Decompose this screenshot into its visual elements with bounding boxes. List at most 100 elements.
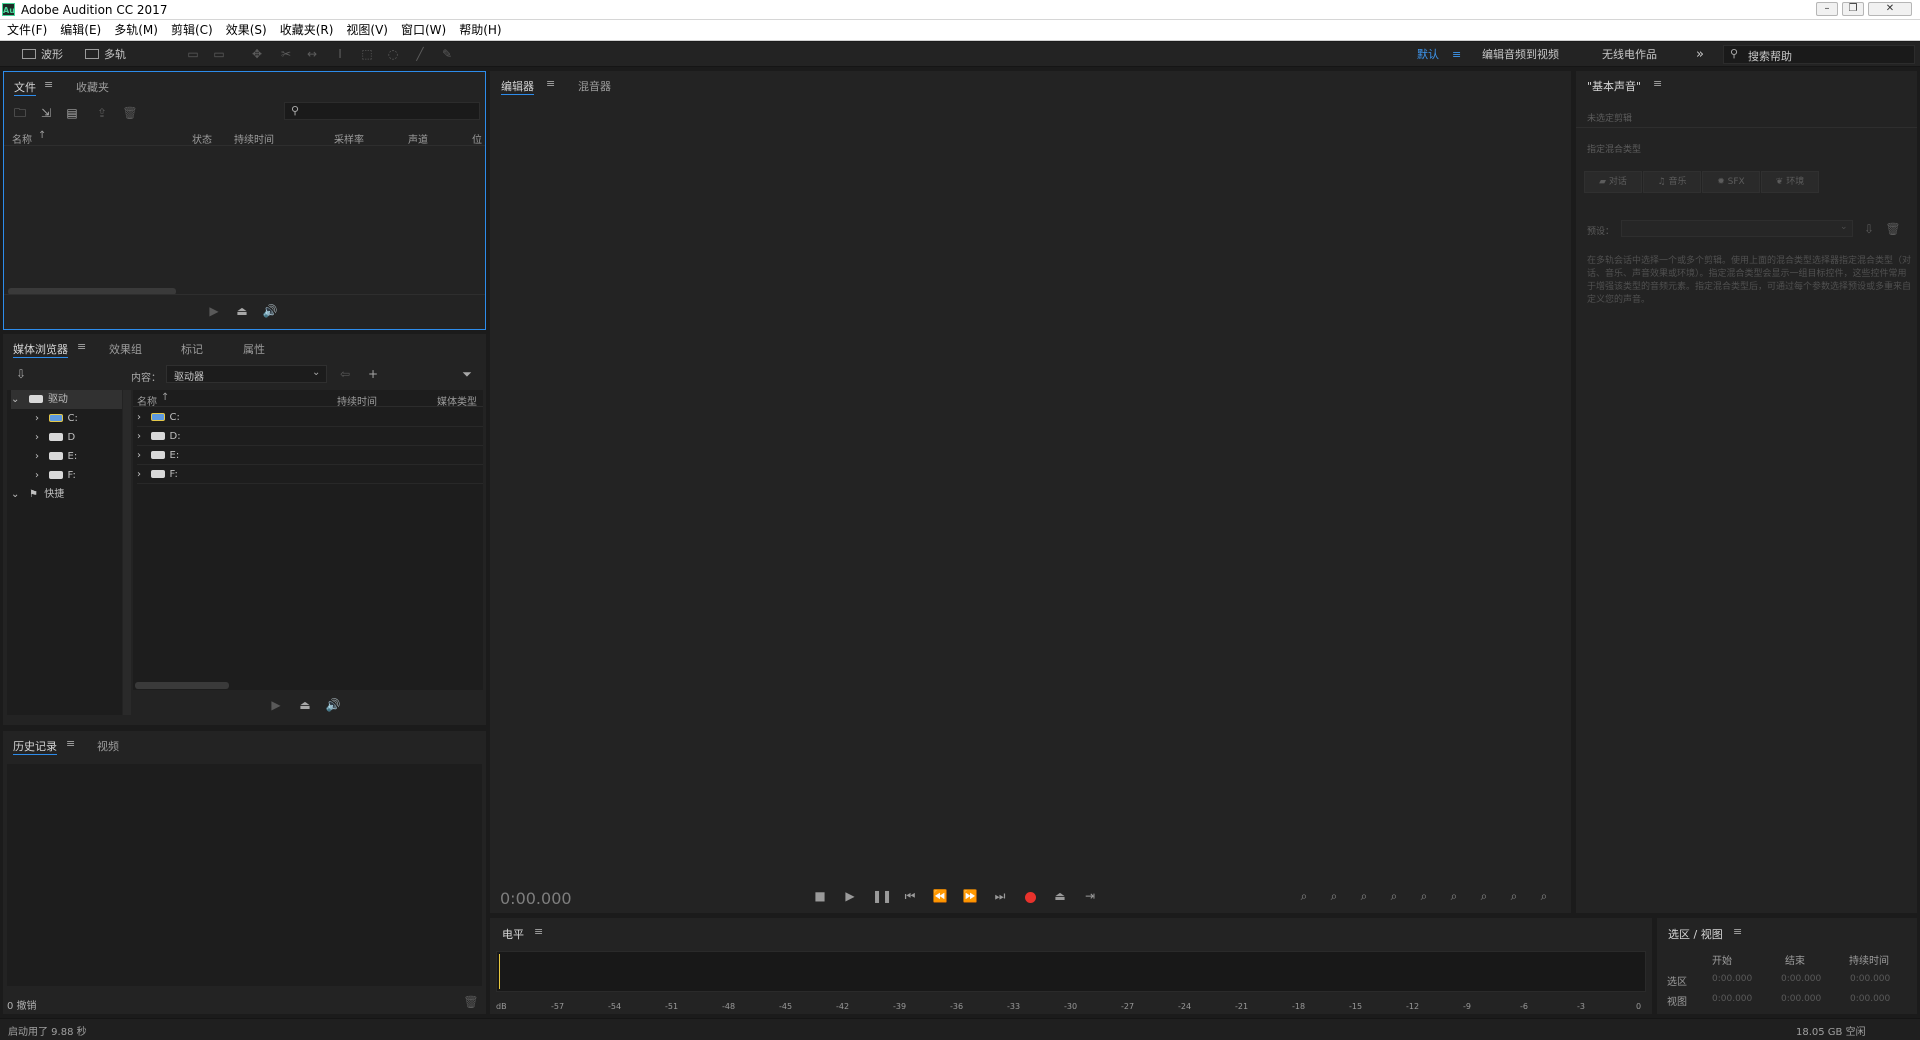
media-panel-menu-icon[interactable]: ≡	[77, 340, 86, 357]
workspace-edit-audio-video[interactable]: 编辑音频到视频	[1482, 46, 1559, 63]
zoom-in-left-icon[interactable]: ⌕	[1446, 889, 1462, 903]
stop-icon[interactable]: ■	[812, 889, 828, 903]
autoplay-speaker-icon[interactable]: 🔊	[325, 698, 341, 712]
brush-icon[interactable]: ╱	[413, 48, 427, 60]
search-help-field[interactable]: ⚲ 搜索帮助	[1723, 45, 1915, 64]
tree-item-e[interactable]: › E:	[35, 447, 77, 466]
levels-menu-icon[interactable]: ≡	[534, 925, 543, 942]
import-file-icon[interactable]: ⇲	[38, 106, 54, 120]
play-icon[interactable]: ▶	[268, 698, 284, 712]
history-menu-icon[interactable]: ≡	[66, 737, 75, 754]
file-search-input[interactable]: ⚲	[284, 102, 480, 120]
open-file-icon[interactable]: 🗀	[12, 106, 28, 120]
col-samplerate[interactable]: 采样率	[334, 131, 364, 146]
media-row-e[interactable]: › E:	[137, 446, 483, 465]
autoplay-speaker-icon[interactable]: 🔊	[262, 304, 278, 318]
slip-tool-icon[interactable]: ↔	[305, 48, 319, 60]
tree-item-c[interactable]: › C:	[35, 409, 78, 428]
record-icon[interactable]	[1025, 892, 1036, 903]
play-icon[interactable]: ▶	[206, 304, 222, 318]
menu-file[interactable]: 文件(F)	[0, 20, 53, 39]
zoom-in-amplitude-icon[interactable]: ⌕	[1296, 889, 1312, 903]
delete-icon[interactable]: 🗑	[122, 106, 138, 120]
minimize-icon[interactable]: –	[1816, 2, 1838, 16]
col-name[interactable]: 名称	[137, 393, 157, 408]
col-duration[interactable]: 持续时间	[337, 393, 377, 408]
editor-menu-icon[interactable]: ≡	[546, 77, 555, 94]
close-icon[interactable]: ✕	[1868, 2, 1912, 16]
col-bits[interactable]: 位	[472, 131, 482, 146]
lasso-icon[interactable]: ◌	[386, 48, 400, 60]
essential-sound-menu-icon[interactable]: ≡	[1653, 77, 1662, 94]
tab-effect-groups[interactable]: 效果组	[109, 341, 142, 358]
zoom-in-time-icon[interactable]: ⌕	[1356, 889, 1372, 903]
menu-clip[interactable]: 剪辑(C)	[164, 20, 219, 39]
preset-dropdown[interactable]: ⌄	[1621, 220, 1853, 237]
menu-effects[interactable]: 效果(S)	[219, 20, 273, 39]
menu-window[interactable]: 窗口(W)	[394, 20, 452, 39]
menu-view[interactable]: 视图(V)	[339, 20, 394, 39]
type-ambience-button[interactable]: ❦ 环境	[1761, 171, 1819, 193]
selection-end[interactable]: 0:00.000	[1781, 974, 1821, 984]
media-row-c[interactable]: › C:	[137, 408, 483, 427]
marquee-icon[interactable]: ⬚	[360, 48, 374, 60]
insert-into-multitrack-icon[interactable]: ⇪	[94, 106, 110, 120]
new-file-icon[interactable]: ▤	[64, 106, 80, 120]
media-scrollbar[interactable]	[135, 682, 229, 689]
tab-properties[interactable]: 属性	[243, 341, 265, 358]
skip-end-icon[interactable]: ⏭	[992, 889, 1008, 903]
tree-splitter[interactable]	[123, 390, 131, 715]
move-tool-icon[interactable]: ✥	[250, 48, 264, 60]
tab-files[interactable]: 文件	[14, 79, 36, 96]
tab-media-browser[interactable]: 媒体浏览器	[13, 341, 68, 358]
spectral-frequency-icon[interactable]: ▭	[186, 48, 200, 60]
zoom-in-right-icon[interactable]: ⌕	[1476, 889, 1492, 903]
waveform-button[interactable]: 波形	[22, 46, 63, 63]
restore-icon[interactable]: ❐	[1842, 2, 1864, 16]
media-row-f[interactable]: › F:	[137, 465, 483, 484]
col-channels[interactable]: 声道	[408, 131, 428, 146]
menu-help[interactable]: 帮助(H)	[452, 20, 507, 39]
menu-edit[interactable]: 编辑(E)	[53, 20, 107, 39]
skip-start-icon[interactable]: ⏮	[902, 889, 918, 903]
import-media-icon[interactable]: ⇩	[13, 367, 29, 381]
tree-item-drives[interactable]: ⌄ 驱动	[11, 390, 122, 409]
selection-start[interactable]: 0:00.000	[1712, 974, 1752, 984]
view-start[interactable]: 0:00.000	[1712, 994, 1752, 1004]
spectral-pitch-icon[interactable]: ▭	[212, 48, 226, 60]
content-dropdown[interactable]: 驱动器 ⌄	[166, 365, 327, 383]
healing-icon[interactable]: ✎	[440, 48, 454, 60]
delete-icon[interactable]: 🗑	[463, 995, 479, 1009]
workspace-menu-icon[interactable]: ≡	[1452, 46, 1461, 63]
zoom-selection-icon[interactable]: ⌕	[1506, 889, 1522, 903]
workspace-default[interactable]: 默认	[1417, 46, 1439, 63]
col-duration[interactable]: 持续时间	[234, 131, 274, 146]
tab-mixer[interactable]: 混音器	[578, 78, 611, 95]
menu-favorites[interactable]: 收藏夹(R)	[273, 20, 340, 39]
type-dialogue-button[interactable]: ▰ 对话	[1584, 171, 1642, 193]
col-name[interactable]: 名称	[12, 131, 32, 146]
tree-item-d[interactable]: › D	[35, 428, 75, 447]
tree-item-shortcuts[interactable]: ⌄ ⚑ 快捷	[11, 485, 64, 504]
selection-duration[interactable]: 0:00.000	[1850, 974, 1890, 984]
media-row-d[interactable]: › D:	[137, 427, 483, 446]
tab-markers[interactable]: 标记	[181, 341, 203, 358]
export-icon[interactable]: ⏏	[234, 304, 250, 318]
add-shortcut-icon[interactable]: +	[365, 367, 381, 381]
export-icon[interactable]: ⏏	[297, 698, 313, 712]
time-selection-icon[interactable]: I	[333, 48, 347, 60]
view-end[interactable]: 0:00.000	[1781, 994, 1821, 1004]
razor-tool-icon[interactable]: ✂	[279, 48, 293, 60]
pause-icon[interactable]: ❚❚	[872, 889, 892, 903]
col-media-type[interactable]: 媒体类型	[437, 393, 477, 408]
play-icon[interactable]: ▶	[842, 889, 858, 903]
save-preset-icon[interactable]: ⇩	[1861, 222, 1877, 236]
delete-preset-icon[interactable]: 🗑	[1885, 222, 1901, 236]
zoom-tracks-icon[interactable]: ⌕	[1536, 889, 1552, 903]
tab-editor[interactable]: 编辑器	[501, 78, 534, 95]
zoom-out-time-icon[interactable]: ⌕	[1386, 889, 1402, 903]
tab-video[interactable]: 视频	[97, 738, 119, 755]
col-status[interactable]: 状态	[192, 131, 212, 146]
zoom-out-amplitude-icon[interactable]: ⌕	[1326, 889, 1342, 903]
fast-forward-icon[interactable]: ⏩	[962, 889, 978, 903]
